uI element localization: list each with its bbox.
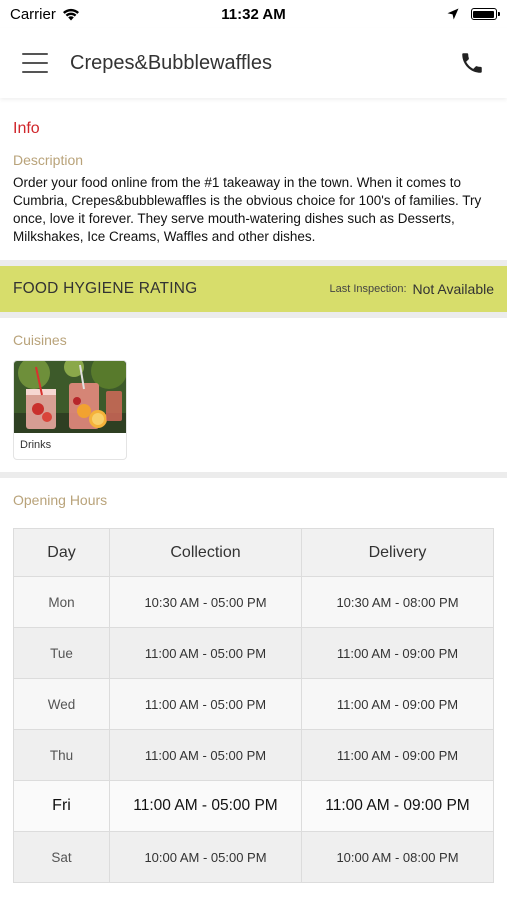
table-row: Mon 10:30 AM - 05:00 PM 10:30 AM - 08:00… (13, 576, 494, 628)
collection-cell: 10:00 AM - 05:00 PM (109, 831, 302, 883)
opening-hours-section: Opening Hours Day Collection Delivery Mo… (0, 478, 507, 883)
description-text: Order your food online from the #1 takea… (13, 175, 482, 244)
delivery-cell: 10:00 AM - 08:00 PM (301, 831, 494, 883)
status-right (347, 8, 500, 20)
day-cell: Mon (13, 576, 110, 628)
table-header-row: Day Collection Delivery (13, 528, 494, 577)
opening-hours-label: Opening Hours (13, 492, 108, 508)
collection-cell: 11:00 AM - 05:00 PM (109, 729, 302, 781)
description-label: Description (13, 152, 84, 168)
day-cell: Wed (13, 678, 110, 730)
header-delivery: Delivery (301, 528, 494, 577)
page-title: Crepes&Bubblewaffles (70, 51, 272, 74)
carrier-label: Carrier (10, 5, 56, 23)
day-cell: Tue (13, 627, 110, 679)
status-left: Carrier (10, 6, 160, 23)
delivery-cell: 11:00 AM - 09:00 PM (301, 678, 494, 730)
collection-cell: 11:00 AM - 05:00 PM (109, 627, 302, 679)
day-cell: Sat (13, 831, 110, 883)
delivery-cell: 10:30 AM - 08:00 PM (301, 576, 494, 628)
header-day: Day (13, 528, 110, 577)
food-hygiene-bar: FOOD HYGIENE RATING Last Inspection: Not… (0, 266, 507, 312)
delivery-cell: 11:00 AM - 09:00 PM (301, 780, 494, 832)
phone-icon[interactable] (459, 50, 485, 76)
header-collection: Collection (109, 528, 302, 577)
table-row: Tue 11:00 AM - 05:00 PM 11:00 AM - 09:00… (13, 627, 494, 679)
drinks-image (14, 361, 126, 433)
info-heading: Info (13, 120, 40, 137)
delivery-cell: 11:00 AM - 09:00 PM (301, 729, 494, 781)
last-inspection-value: Not Available (412, 281, 494, 297)
collection-cell: 11:00 AM - 05:00 PM (109, 678, 302, 730)
location-arrow-icon (447, 8, 459, 20)
table-row-today: Fri 11:00 AM - 05:00 PM 11:00 AM - 09:00… (13, 780, 494, 832)
opening-hours-table: Day Collection Delivery Mon 10:30 AM - 0… (13, 528, 494, 883)
collection-cell: 10:30 AM - 05:00 PM (109, 576, 302, 628)
table-row: Wed 11:00 AM - 05:00 PM 11:00 AM - 09:00… (13, 678, 494, 730)
collection-cell: 11:00 AM - 05:00 PM (109, 780, 302, 832)
day-cell: Fri (13, 780, 110, 832)
cuisine-card-drinks[interactable]: Drinks (13, 360, 127, 460)
table-row: Sat 10:00 AM - 05:00 PM 10:00 AM - 08:00… (13, 831, 494, 883)
hygiene-title: FOOD HYGIENE RATING (13, 280, 198, 297)
cuisines-section: Cuisines Drinks (0, 318, 507, 472)
cuisine-name: Drinks (20, 439, 52, 451)
last-inspection: Last Inspection: Not Available (329, 281, 494, 297)
last-inspection-label: Last Inspection: (329, 283, 407, 295)
table-row: Thu 11:00 AM - 05:00 PM 11:00 AM - 09:00… (13, 729, 494, 781)
app-header: Crepes&Bubblewaffles (0, 28, 507, 98)
info-section: Info Description Order your food online … (0, 98, 507, 260)
delivery-cell: 11:00 AM - 09:00 PM (301, 627, 494, 679)
status-time: 11:32 AM (221, 5, 286, 23)
hamburger-menu-icon[interactable] (22, 53, 48, 73)
battery-icon (470, 8, 500, 20)
status-bar: Carrier 11:32 AM (0, 0, 507, 28)
day-cell: Thu (13, 729, 110, 781)
cuisines-label: Cuisines (13, 332, 67, 348)
wifi-icon (62, 8, 79, 20)
